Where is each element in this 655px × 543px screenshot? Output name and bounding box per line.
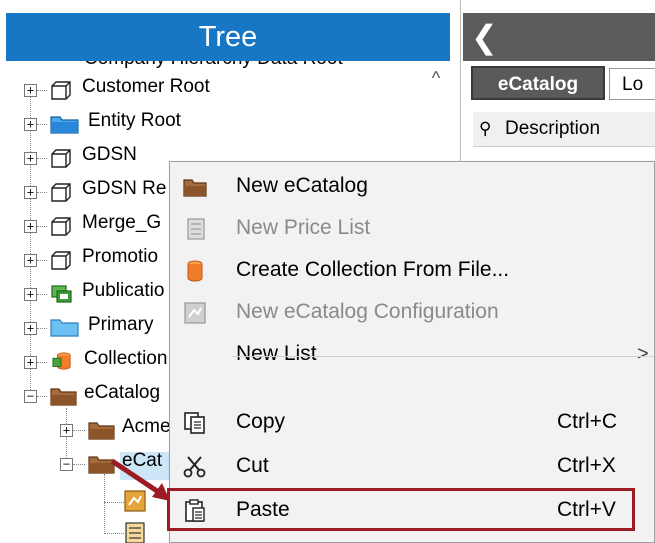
expand-toggle[interactable]: + bbox=[24, 152, 37, 165]
configuration-icon bbox=[184, 302, 206, 324]
expand-toggle[interactable]: + bbox=[60, 424, 73, 437]
tab-ecatalog[interactable]: eCatalog bbox=[471, 66, 605, 100]
menu-item-label: Cut bbox=[236, 454, 269, 477]
back-chevron-icon[interactable]: ❮ bbox=[471, 19, 501, 55]
column-header-label: Description bbox=[505, 118, 601, 139]
tree-connector bbox=[37, 90, 47, 91]
tree-connector bbox=[37, 158, 47, 159]
tree-connector bbox=[37, 260, 47, 261]
tree-panel-title: Tree bbox=[6, 13, 450, 61]
copy-icon bbox=[184, 412, 205, 434]
expand-toggle[interactable]: + bbox=[24, 186, 37, 199]
folder-icon bbox=[50, 319, 79, 337]
menu-item-shortcut: Ctrl+X bbox=[557, 454, 616, 477]
menu-item-new-ecatalog[interactable]: New eCatalog bbox=[170, 166, 654, 206]
tab-log[interactable]: Lo bbox=[609, 68, 655, 100]
container-icon bbox=[51, 149, 71, 168]
menu-item-shortcut: Ctrl+C bbox=[557, 410, 618, 433]
ecatalog-folder-icon bbox=[88, 422, 115, 440]
detail-header: ❮ bbox=[463, 13, 655, 61]
menu-item-label: Paste bbox=[236, 498, 290, 521]
tree-connector bbox=[37, 192, 47, 193]
tree-connector bbox=[104, 533, 124, 534]
tree-connector bbox=[37, 328, 47, 329]
menu-item-new-price-list: New Price List bbox=[170, 208, 654, 248]
price-list-icon bbox=[125, 522, 145, 543]
tree-item-label[interactable]: GDSN Re bbox=[82, 178, 166, 200]
container-icon bbox=[51, 183, 71, 202]
scissors-icon bbox=[183, 456, 206, 478]
menu-item-create-collection[interactable]: Create Collection From File... bbox=[170, 250, 654, 290]
tree-connector bbox=[73, 430, 85, 431]
expand-toggle[interactable]: + bbox=[24, 118, 37, 131]
tree-item-label[interactable]: Acme bbox=[122, 416, 171, 438]
folder-icon bbox=[183, 179, 207, 197]
menu-item-copy[interactable]: Copy Ctrl+C bbox=[170, 402, 654, 442]
container-icon bbox=[51, 217, 71, 236]
menu-item-label: Create Collection From File... bbox=[236, 258, 510, 281]
entity-folder-icon bbox=[50, 116, 79, 134]
tree-item-label[interactable]: eCatalog bbox=[84, 382, 160, 404]
menu-item-new-ecatalog-configuration: New eCatalog Configuration bbox=[170, 292, 654, 332]
tree-connector bbox=[37, 396, 47, 397]
tree-item-label[interactable]: Publicatio bbox=[82, 280, 164, 302]
tree-item-label[interactable]: GDSN bbox=[82, 144, 137, 166]
menu-item-paste[interactable]: Paste Ctrl+V bbox=[170, 490, 654, 530]
tree-connector bbox=[104, 474, 105, 534]
tree-connector bbox=[37, 124, 47, 125]
collapse-toggle[interactable]: − bbox=[24, 390, 37, 403]
collection-icon bbox=[52, 352, 71, 370]
tree-item-label[interactable]: Customer Root bbox=[82, 76, 210, 98]
collapse-toggle[interactable]: − bbox=[60, 458, 73, 471]
tree-connector bbox=[73, 464, 85, 465]
menu-item-label: New List bbox=[236, 342, 317, 365]
collection-icon bbox=[187, 260, 203, 282]
expand-toggle[interactable]: + bbox=[24, 220, 37, 233]
key-icon: ⚲ bbox=[479, 119, 492, 138]
tree-connector bbox=[37, 226, 47, 227]
expand-toggle[interactable]: + bbox=[24, 84, 37, 97]
menu-item-cut[interactable]: Cut Ctrl+X bbox=[170, 446, 654, 486]
tree-item-label[interactable]: Merge_G bbox=[82, 212, 161, 234]
menu-item-label: New eCatalog bbox=[236, 174, 368, 197]
expand-toggle[interactable]: + bbox=[24, 288, 37, 301]
menu-item-label: Copy bbox=[236, 410, 286, 433]
menu-item-label: New eCatalog Configuration bbox=[236, 300, 499, 323]
menu-item-new-list[interactable]: New List > bbox=[170, 334, 654, 374]
menu-separator bbox=[232, 356, 654, 357]
description-column-header[interactable]: ⚲ Description bbox=[473, 112, 655, 147]
annotation-arrow-icon bbox=[110, 458, 170, 501]
scroll-up-icon[interactable]: ^ bbox=[424, 66, 448, 90]
container-icon bbox=[51, 81, 71, 100]
expand-toggle[interactable]: + bbox=[24, 322, 37, 335]
tree-connector bbox=[30, 90, 31, 398]
expand-toggle[interactable]: + bbox=[24, 356, 37, 369]
tree-connector bbox=[37, 294, 47, 295]
tree-item-label[interactable]: Promotio bbox=[82, 246, 158, 268]
publication-icon bbox=[51, 285, 72, 303]
tree-connector bbox=[37, 362, 47, 363]
price-list-icon bbox=[187, 218, 205, 240]
clipboard-icon bbox=[185, 499, 205, 522]
ecatalog-folder-icon bbox=[50, 388, 77, 406]
menu-item-label: New Price List bbox=[236, 216, 371, 239]
menu-item-shortcut: Ctrl+V bbox=[557, 498, 616, 521]
chevron-right-icon: > bbox=[637, 343, 649, 365]
tree-item-label[interactable]: Primary bbox=[88, 314, 153, 336]
tree-item-label[interactable]: Collection bbox=[84, 348, 167, 370]
expand-toggle[interactable]: + bbox=[24, 254, 37, 267]
context-menu: New eCatalog New Price List Create Colle… bbox=[169, 161, 655, 543]
tree-item-label[interactable]: Entity Root bbox=[88, 110, 181, 132]
container-icon bbox=[51, 251, 71, 270]
